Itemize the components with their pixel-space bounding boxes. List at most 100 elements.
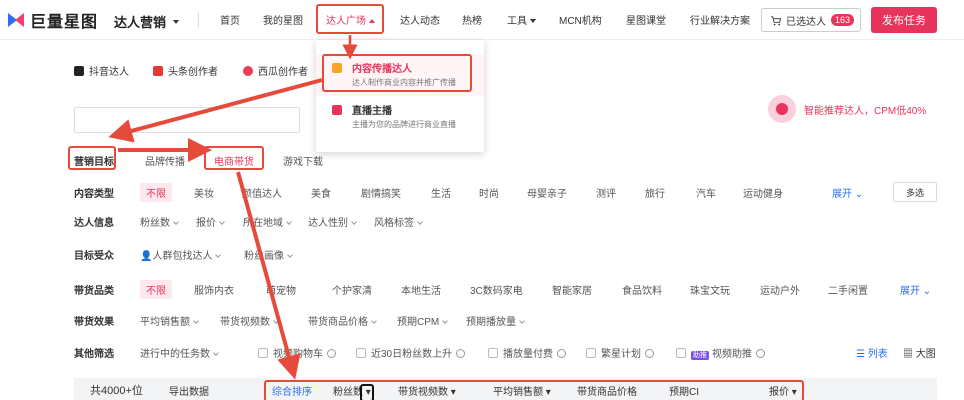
content-type-option[interactable]: 颜值达人 bbox=[242, 185, 282, 200]
check-video-boost[interactable]: 助推 视频助推 bbox=[676, 345, 765, 360]
toutiao-icon bbox=[153, 65, 163, 76]
brand-switcher[interactable]: 达人营销 bbox=[114, 12, 180, 31]
chevron-down-icon bbox=[173, 19, 180, 24]
checkbox[interactable] bbox=[676, 348, 686, 359]
goods-category-option[interactable]: 萌宠物 bbox=[266, 282, 296, 297]
chevron-down-icon bbox=[442, 318, 449, 324]
check-video-cart[interactable]: 视频购物车 bbox=[258, 345, 336, 360]
other-filter-label: 其他筛选 bbox=[74, 349, 114, 360]
multi-select-button[interactable]: 多选 bbox=[893, 182, 937, 202]
check-fans-rising[interactable]: 近30日粉丝数上升 bbox=[356, 345, 466, 360]
nav-tools[interactable]: 工具 bbox=[507, 12, 536, 27]
goods-category-label: 带货品类 bbox=[74, 286, 114, 297]
search-input[interactable] bbox=[74, 107, 300, 133]
goods-category-option[interactable]: 3C数码家电 bbox=[470, 282, 523, 297]
nav-my-star[interactable]: 我的星图 bbox=[263, 12, 303, 27]
check-paid-plays[interactable]: 播放量付费 bbox=[488, 345, 566, 360]
check-video-boost-label: 视频助推 bbox=[712, 349, 752, 360]
promo-text: 智能推荐达人，CPM低40% bbox=[804, 105, 927, 117]
goods-category-option[interactable]: 运动户外 bbox=[760, 282, 800, 297]
export-data-button[interactable]: 导出数据 bbox=[169, 383, 209, 398]
view-grid-button[interactable]: ▦ 大图 bbox=[903, 345, 936, 360]
content-type-option[interactable]: 美食 bbox=[311, 185, 331, 200]
filter-gender[interactable]: 达人性别 bbox=[308, 214, 357, 229]
divider bbox=[198, 12, 199, 28]
content-type-option[interactable]: 汽车 bbox=[696, 185, 716, 200]
selected-count-badge: 163 bbox=[831, 14, 855, 26]
nav-academy[interactable]: 星图课堂 bbox=[626, 12, 666, 27]
nav-hot-list[interactable]: 热榜 bbox=[462, 12, 482, 27]
smart-recommend-banner[interactable]: 智能推荐达人，CPM低40% bbox=[768, 95, 926, 123]
content-type-option[interactable]: 时尚 bbox=[479, 185, 499, 200]
top-header: 巨量星图 达人营销 首页 我的星图 达人广场 达人动态 热榜 工具 MCN机构 … bbox=[0, 0, 964, 40]
content-type-option[interactable]: 生活 bbox=[431, 185, 451, 200]
tab-toutiao[interactable]: 头条创作者 bbox=[153, 63, 218, 78]
checkbox[interactable] bbox=[258, 348, 268, 359]
expand-label: 展开 bbox=[900, 286, 920, 297]
filter-style[interactable]: 风格标签 bbox=[374, 214, 423, 229]
filter-goods-price-label: 带货商品价格 bbox=[308, 317, 368, 328]
goods-category-option[interactable]: 食品饮料 bbox=[622, 282, 662, 297]
check-video-cart-label: 视频购物车 bbox=[273, 349, 323, 360]
logo[interactable]: 巨量星图 bbox=[8, 8, 98, 32]
filter-region[interactable]: 所在地域 bbox=[243, 214, 292, 229]
people-icon: 👤 bbox=[140, 251, 153, 262]
menu-item-live-streamer[interactable]: 直播主播 主播为您的品牌进行商业直播 bbox=[316, 96, 484, 138]
filter-video-count[interactable]: 带货视频数 bbox=[220, 313, 279, 328]
menu-item-title: 直播主播 bbox=[352, 106, 392, 117]
content-type-all[interactable]: 不限 bbox=[140, 183, 172, 202]
content-type-option[interactable]: 剧情搞笑 bbox=[361, 185, 401, 200]
filter-avg-sales[interactable]: 平均销售额 bbox=[140, 313, 199, 328]
filter-fan-portrait-label: 粉丝画像 bbox=[244, 251, 284, 262]
checkbox[interactable] bbox=[488, 348, 498, 359]
goal-game[interactable]: 游戏下载 bbox=[283, 153, 323, 168]
view-list-button[interactable]: ☰ 列表 bbox=[856, 345, 888, 360]
content-type-option[interactable]: 测评 bbox=[596, 185, 616, 200]
nav-talent-news[interactable]: 达人动态 bbox=[400, 12, 440, 27]
chevron-down-icon bbox=[173, 219, 179, 225]
content-type-option[interactable]: 母婴亲子 bbox=[527, 185, 567, 200]
nav-home[interactable]: 首页 bbox=[220, 12, 240, 27]
tab-douyin[interactable]: 抖音达人 bbox=[74, 63, 129, 78]
view-list-label: 列表 bbox=[867, 349, 888, 360]
checkbox[interactable] bbox=[586, 348, 596, 359]
chevron-down-icon bbox=[417, 219, 423, 225]
robot-avatar-icon bbox=[768, 95, 796, 123]
content-type-option[interactable]: 运动健身 bbox=[743, 185, 783, 200]
goods-category-option[interactable]: 本地生活 bbox=[401, 282, 441, 297]
goods-category-option[interactable]: 珠宝文玩 bbox=[690, 282, 730, 297]
filter-cpm-label: 预期CPM bbox=[397, 317, 440, 328]
goods-category-option[interactable]: 服饰内衣 bbox=[194, 282, 234, 297]
checkbox[interactable] bbox=[356, 348, 366, 359]
goods-category-all[interactable]: 不限 bbox=[140, 280, 172, 299]
nav-solutions[interactable]: 行业解决方案 bbox=[690, 12, 750, 27]
filter-active-tasks-label: 进行中的任务数 bbox=[140, 349, 210, 360]
filter-cpm[interactable]: 预期CPM bbox=[397, 313, 449, 328]
filter-active-tasks[interactable]: 进行中的任务数 bbox=[140, 345, 219, 360]
goods-category-expand[interactable]: 展开 ⌄ bbox=[900, 282, 931, 297]
filter-goods-price[interactable]: 带货商品价格 bbox=[308, 313, 377, 328]
filter-fan-portrait[interactable]: 粉丝画像 bbox=[244, 247, 293, 262]
nav-mcn[interactable]: MCN机构 bbox=[559, 12, 602, 27]
goods-category-option[interactable]: 智能家居 bbox=[552, 282, 592, 297]
highlight-sort-bar bbox=[264, 380, 804, 400]
audience-label: 目标受众 bbox=[74, 251, 114, 262]
chevron-down-icon bbox=[530, 19, 536, 24]
content-type-option[interactable]: 美妆 bbox=[194, 185, 214, 200]
goods-category-option[interactable]: 个护家清 bbox=[332, 282, 372, 297]
tab-xigua[interactable]: 西瓜创作者 bbox=[243, 63, 308, 78]
publish-task-button[interactable]: 发布任务 bbox=[871, 7, 937, 33]
filter-crowd-pack[interactable]: 👤人群包找达人 bbox=[140, 247, 222, 262]
check-star-plan[interactable]: 繁星计划 bbox=[586, 345, 654, 360]
selected-talents-button[interactable]: 已选达人 163 bbox=[761, 8, 861, 32]
filter-avg-sales-label: 平均销售额 bbox=[140, 317, 190, 328]
highlight-menu-item bbox=[322, 54, 472, 92]
goal-brand[interactable]: 品牌传播 bbox=[145, 153, 185, 168]
filter-plays[interactable]: 预期播放量 bbox=[466, 313, 525, 328]
filter-fans[interactable]: 粉丝数 bbox=[140, 214, 179, 229]
live-icon bbox=[332, 105, 342, 115]
goods-category-option[interactable]: 二手闲置 bbox=[828, 282, 868, 297]
content-type-expand[interactable]: 展开 ⌄ bbox=[832, 185, 863, 200]
content-type-option[interactable]: 旅行 bbox=[645, 185, 665, 200]
filter-price[interactable]: 报价 bbox=[196, 214, 225, 229]
